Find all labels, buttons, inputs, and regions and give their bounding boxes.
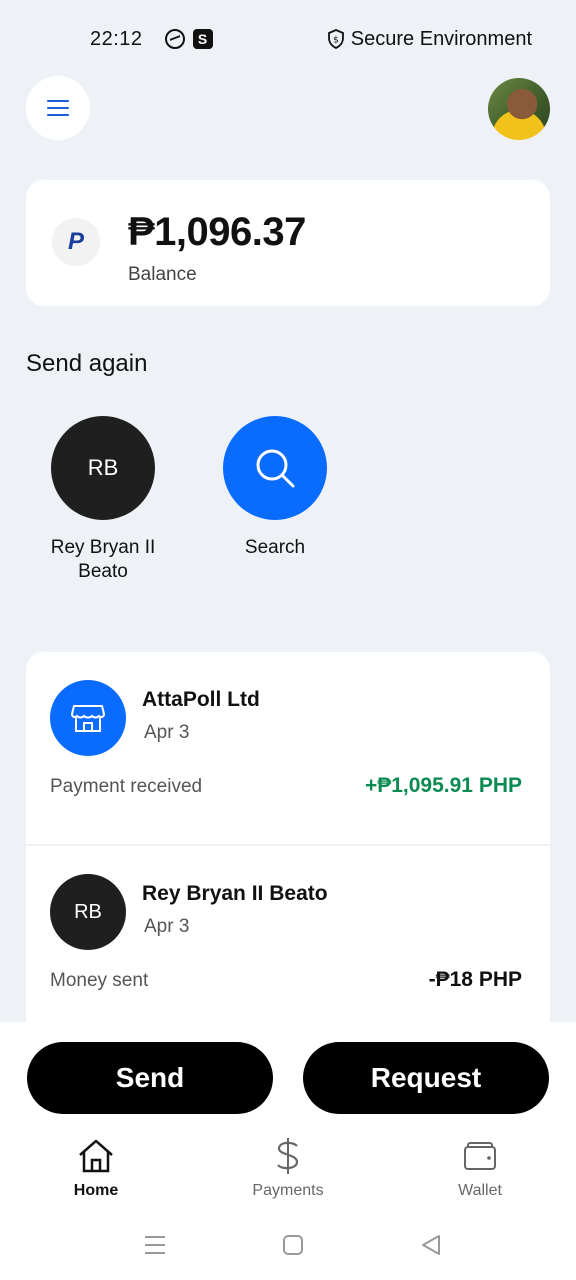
transaction-name: Rey Bryan II Beato — [142, 882, 328, 905]
back-icon[interactable] — [420, 1234, 442, 1256]
status-time: 22:12 — [90, 27, 143, 50]
shield-icon: $ — [327, 29, 344, 49]
contact-name: Rey Bryan II Beato — [50, 537, 156, 582]
balance-label: Balance — [128, 264, 197, 285]
recent-apps-icon[interactable] — [144, 1234, 166, 1256]
nav-home[interactable]: Home — [36, 1136, 156, 1200]
home-icon — [36, 1136, 156, 1176]
transaction-row[interactable]: AttaPoll Ltd Apr 3 Payment received +₱1,… — [26, 652, 550, 846]
svg-text:$: $ — [333, 36, 339, 46]
transaction-amount: -₱18 PHP — [428, 968, 522, 991]
nav-home-label: Home — [73, 1182, 119, 1199]
transaction-name: AttaPoll Ltd — [142, 688, 260, 711]
transaction-description: Money sent — [50, 970, 149, 991]
nav-payments[interactable]: Payments — [228, 1136, 348, 1200]
system-navigation-bar — [0, 1230, 576, 1270]
transaction-description: Payment received — [50, 776, 203, 797]
transaction-date: Apr 3 — [144, 722, 190, 743]
search-label: Search — [244, 537, 306, 558]
send-again-section: Send again RB Rey Bryan II Beato Search — [0, 326, 576, 616]
paypal-logo-icon: P — [52, 218, 100, 266]
dollar-icon — [228, 1136, 348, 1176]
contact-initials: RB — [74, 900, 102, 923]
contact-initials: RB — [87, 455, 119, 480]
search-button[interactable] — [223, 416, 327, 520]
bottom-panel: Send Request Home Payments Wallet — [0, 1022, 576, 1280]
contact-avatar: RB — [51, 416, 155, 520]
balance-card[interactable]: P ₱1,096.37 Balance — [26, 180, 550, 306]
transaction-amount: +₱1,095.91 PHP — [364, 774, 522, 797]
status-bar: 22:12 S $ Secure Environment — [0, 0, 576, 78]
secure-environment-indicator: $ Secure Environment — [327, 28, 532, 51]
nav-wallet-label: Wallet — [458, 1182, 502, 1199]
messenger-icon — [164, 29, 185, 49]
send-button[interactable]: Send — [27, 1042, 273, 1114]
home-system-icon[interactable] — [282, 1234, 304, 1256]
menu-button[interactable] — [26, 76, 90, 140]
send-again-search[interactable]: Search — [200, 416, 350, 560]
wallet-icon — [420, 1136, 540, 1176]
hamburger-menu-icon — [47, 100, 69, 116]
nav-payments-label: Payments — [252, 1182, 324, 1199]
request-button[interactable]: Request — [303, 1042, 549, 1114]
activity-card: AttaPoll Ltd Apr 3 Payment received +₱1,… — [26, 652, 550, 1072]
secure-environment-text: Secure Environment — [350, 27, 532, 50]
transaction-row[interactable]: RB Rey Bryan II Beato Apr 3 Money sent -… — [26, 846, 550, 1040]
send-again-title: Send again — [26, 350, 148, 377]
s-app-icon: S — [192, 29, 213, 49]
transaction-date: Apr 3 — [144, 916, 190, 937]
send-again-contact[interactable]: RB Rey Bryan II Beato — [28, 416, 178, 584]
store-icon — [50, 680, 126, 756]
nav-wallet[interactable]: Wallet — [420, 1136, 540, 1200]
profile-avatar[interactable] — [488, 78, 550, 140]
search-icon — [256, 449, 295, 488]
contact-avatar: RB — [50, 874, 126, 950]
balance-amount: ₱1,096.37 — [128, 210, 306, 254]
